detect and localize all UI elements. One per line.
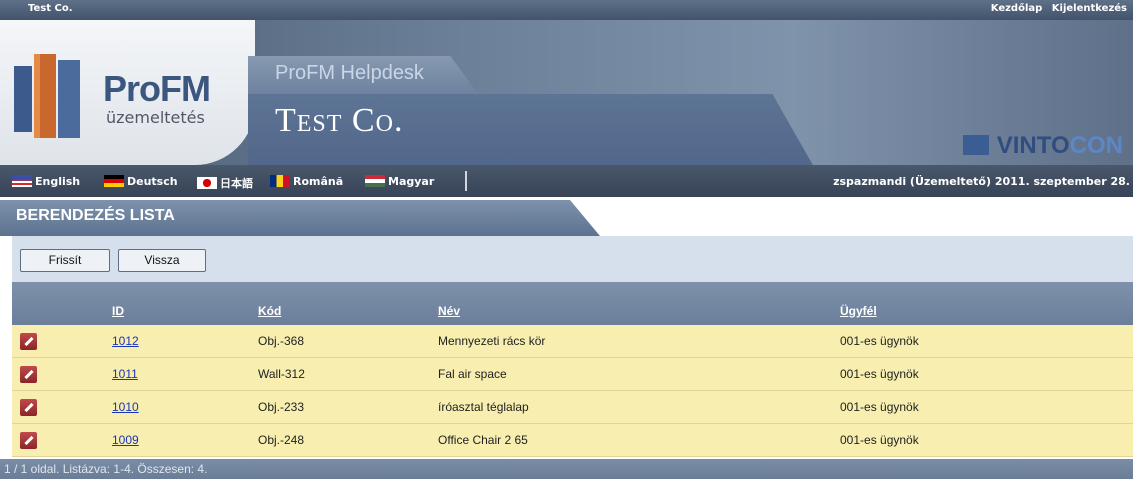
table-row: 1012 Obj.-368 Mennyezeti rács kör 001-es… bbox=[12, 325, 1133, 358]
company-name: Test Co. bbox=[275, 102, 404, 139]
logo-panel: ProFM üzemeltetés bbox=[0, 20, 255, 165]
lang-label: Deutsch bbox=[127, 175, 178, 188]
back-button[interactable]: Vissza bbox=[118, 249, 206, 272]
edit-icon[interactable] bbox=[20, 333, 37, 350]
lang-label: 日本語 bbox=[220, 177, 253, 190]
edit-icon[interactable] bbox=[20, 366, 37, 383]
edit-icon[interactable] bbox=[20, 399, 37, 416]
lang-separator bbox=[465, 171, 467, 191]
lang-label: Magyar bbox=[388, 175, 435, 188]
row-client: 001-es ügynök bbox=[840, 367, 919, 381]
pagination-info: 1 / 1 oldal. Listázva: 1-4. Összesen: 4. bbox=[4, 462, 208, 476]
profm-logo-icon bbox=[14, 54, 80, 138]
lang-label: Română bbox=[293, 175, 344, 188]
row-client: 001-es ügynök bbox=[840, 433, 919, 447]
lang-deutsch[interactable]: Deutsch bbox=[104, 175, 178, 188]
row-code: Obj.-248 bbox=[258, 433, 305, 447]
table-header: ID Kód Név Ügyfél bbox=[12, 282, 1133, 325]
de-flag-icon bbox=[104, 175, 124, 187]
row-id-link[interactable]: 1010 bbox=[112, 400, 139, 414]
logo-title: ProFM bbox=[103, 68, 211, 109]
column-header-id[interactable]: ID bbox=[112, 304, 124, 318]
page-title: BERENDEZÉS LISTA bbox=[16, 207, 175, 224]
row-name: Fal air space bbox=[438, 367, 507, 381]
logo-subtitle: üzemeltetés bbox=[106, 108, 205, 127]
jp-flag-icon bbox=[197, 177, 217, 189]
table-row: 1010 Obj.-233 íróasztal téglalap 001-es … bbox=[12, 391, 1133, 424]
row-client: 001-es ügynök bbox=[840, 334, 919, 348]
edit-icon[interactable] bbox=[20, 432, 37, 449]
home-link[interactable]: Kezdőlap bbox=[991, 3, 1043, 14]
row-name: Office Chair 2 65 bbox=[438, 433, 528, 447]
row-name: Mennyezeti rács kör bbox=[438, 334, 546, 348]
table-row: 1011 Wall-312 Fal air space 001-es ügynö… bbox=[12, 358, 1133, 391]
app-title: ProFM Helpdesk bbox=[275, 62, 424, 84]
us-flag-icon bbox=[12, 175, 32, 187]
lang-magyar[interactable]: Magyar bbox=[365, 175, 434, 188]
vendor-mark-icon bbox=[962, 134, 989, 155]
top-links: Kezdőlap Kijelentkezés bbox=[985, 3, 1127, 14]
table-row: 1009 Obj.-248 Office Chair 2 65 001-es ü… bbox=[12, 424, 1133, 457]
row-code: Obj.-368 bbox=[258, 334, 305, 348]
column-header-client[interactable]: Ügyfél bbox=[840, 304, 877, 318]
row-id-link[interactable]: 1012 bbox=[112, 334, 139, 348]
row-id-link[interactable]: 1009 bbox=[112, 433, 139, 447]
lang-label: English bbox=[35, 175, 81, 188]
company-short-name: Test Co. bbox=[28, 3, 73, 14]
ro-flag-icon bbox=[270, 175, 290, 187]
lang-japanese[interactable]: 日本語 bbox=[197, 175, 253, 191]
lang-english[interactable]: English bbox=[12, 175, 80, 188]
row-code: Wall-312 bbox=[258, 367, 305, 381]
hu-flag-icon bbox=[365, 175, 385, 187]
column-header-code[interactable]: Kód bbox=[258, 304, 281, 318]
vendor-logo: VINTOCON bbox=[962, 132, 1123, 160]
user-info: zspazmandi (Üzemeltető) 2011. szeptember… bbox=[833, 175, 1130, 188]
lang-romana[interactable]: Română bbox=[270, 175, 343, 188]
refresh-button[interactable]: Frissít bbox=[20, 249, 110, 272]
logout-link[interactable]: Kijelentkezés bbox=[1052, 3, 1127, 14]
row-code: Obj.-233 bbox=[258, 400, 305, 414]
header-banner: ProFM üzemeltetés ProFM Helpdesk Test Co… bbox=[0, 20, 1133, 165]
row-id-link[interactable]: 1011 bbox=[112, 367, 138, 381]
pagination-footer: 1 / 1 oldal. Listázva: 1-4. Összesen: 4. bbox=[0, 459, 1133, 479]
title-area: BERENDEZÉS LISTA bbox=[0, 197, 1133, 236]
vendor-name: VINTO bbox=[996, 132, 1070, 159]
row-name: íróasztal téglalap bbox=[438, 400, 529, 414]
button-bar: Frissít Vissza bbox=[12, 236, 1133, 282]
language-bar: English Deutsch 日本語 Română Magyar zspazm… bbox=[0, 165, 1133, 197]
column-header-name[interactable]: Név bbox=[438, 304, 460, 318]
row-client: 001-es ügynök bbox=[840, 400, 919, 414]
top-bar: Test Co. Kezdőlap Kijelentkezés bbox=[0, 0, 1133, 20]
vendor-name-accent: CON bbox=[1069, 132, 1123, 159]
